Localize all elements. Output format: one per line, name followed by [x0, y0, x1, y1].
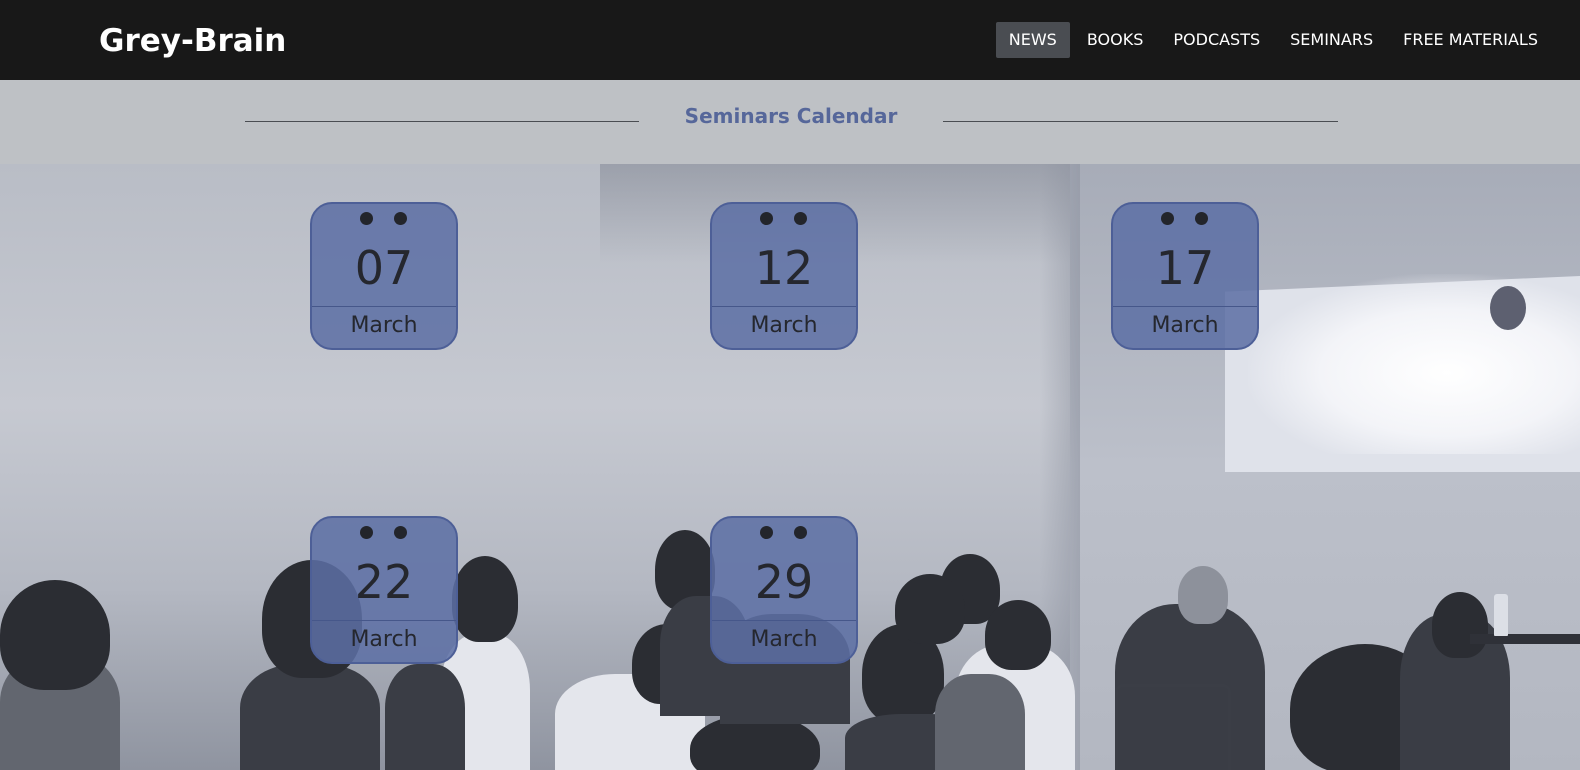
- calendar-ring-icon: [1195, 212, 1208, 225]
- calendar-date-card[interactable]: 22 March: [310, 516, 458, 664]
- calendar-ring-icon: [794, 526, 807, 539]
- nav-item-podcasts[interactable]: PODCASTS: [1160, 22, 1273, 58]
- calendar-day: 12: [754, 241, 814, 295]
- calendar-divider: [712, 620, 856, 621]
- nav-item-books[interactable]: BOOKS: [1074, 22, 1157, 58]
- calendar-day: 07: [354, 241, 414, 295]
- calendar-ring-icon: [760, 212, 773, 225]
- calendar-month: March: [350, 627, 418, 652]
- brand-logo-link[interactable]: Grey-Brain: [99, 20, 286, 62]
- header-divider-right: [943, 121, 1338, 122]
- main-nav: NEWS BOOKS PODCASTS SEMINARS FREE MATERI…: [992, 22, 1551, 58]
- calendar-day: 22: [354, 555, 414, 609]
- calendar-divider: [312, 620, 456, 621]
- calendar-ring-icon: [794, 212, 807, 225]
- calendar-divider: [1113, 306, 1257, 307]
- nav-item-seminars[interactable]: SEMINARS: [1277, 22, 1386, 58]
- calendar-divider: [712, 306, 856, 307]
- calendar-ring-icon: [394, 212, 407, 225]
- calendar-ring-icon: [1161, 212, 1174, 225]
- calendar-date-card[interactable]: 29 March: [710, 516, 858, 664]
- calendar-ring-icon: [394, 526, 407, 539]
- calendar-ring-icon: [360, 212, 373, 225]
- calendar-ring-icon: [760, 526, 773, 539]
- calendar-date-card[interactable]: 07 March: [310, 202, 458, 350]
- section-header: Seminars Calendar: [0, 80, 1580, 164]
- calendar-month: March: [350, 313, 418, 338]
- calendar-ring-icon: [360, 526, 373, 539]
- nav-item-free-materials[interactable]: FREE MATERIALS: [1390, 22, 1551, 58]
- calendar-divider: [312, 306, 456, 307]
- calendar-day: 29: [754, 555, 814, 609]
- top-navbar: Grey-Brain NEWS BOOKS PODCASTS SEMINARS …: [0, 0, 1580, 80]
- calendar-month: March: [1151, 313, 1219, 338]
- calendar-date-card[interactable]: 12 March: [710, 202, 858, 350]
- section-title: Seminars Calendar: [684, 104, 898, 128]
- calendar-day: 17: [1155, 241, 1215, 295]
- calendar-month: March: [750, 313, 818, 338]
- calendar-date-card[interactable]: 17 March: [1111, 202, 1259, 350]
- nav-item-news[interactable]: NEWS: [995, 22, 1070, 58]
- calendar-month: March: [750, 627, 818, 652]
- seminar-calendar-grid: 07 March 12 March 17 March 22 March 29 M…: [0, 164, 1580, 770]
- header-divider-left: [245, 121, 639, 122]
